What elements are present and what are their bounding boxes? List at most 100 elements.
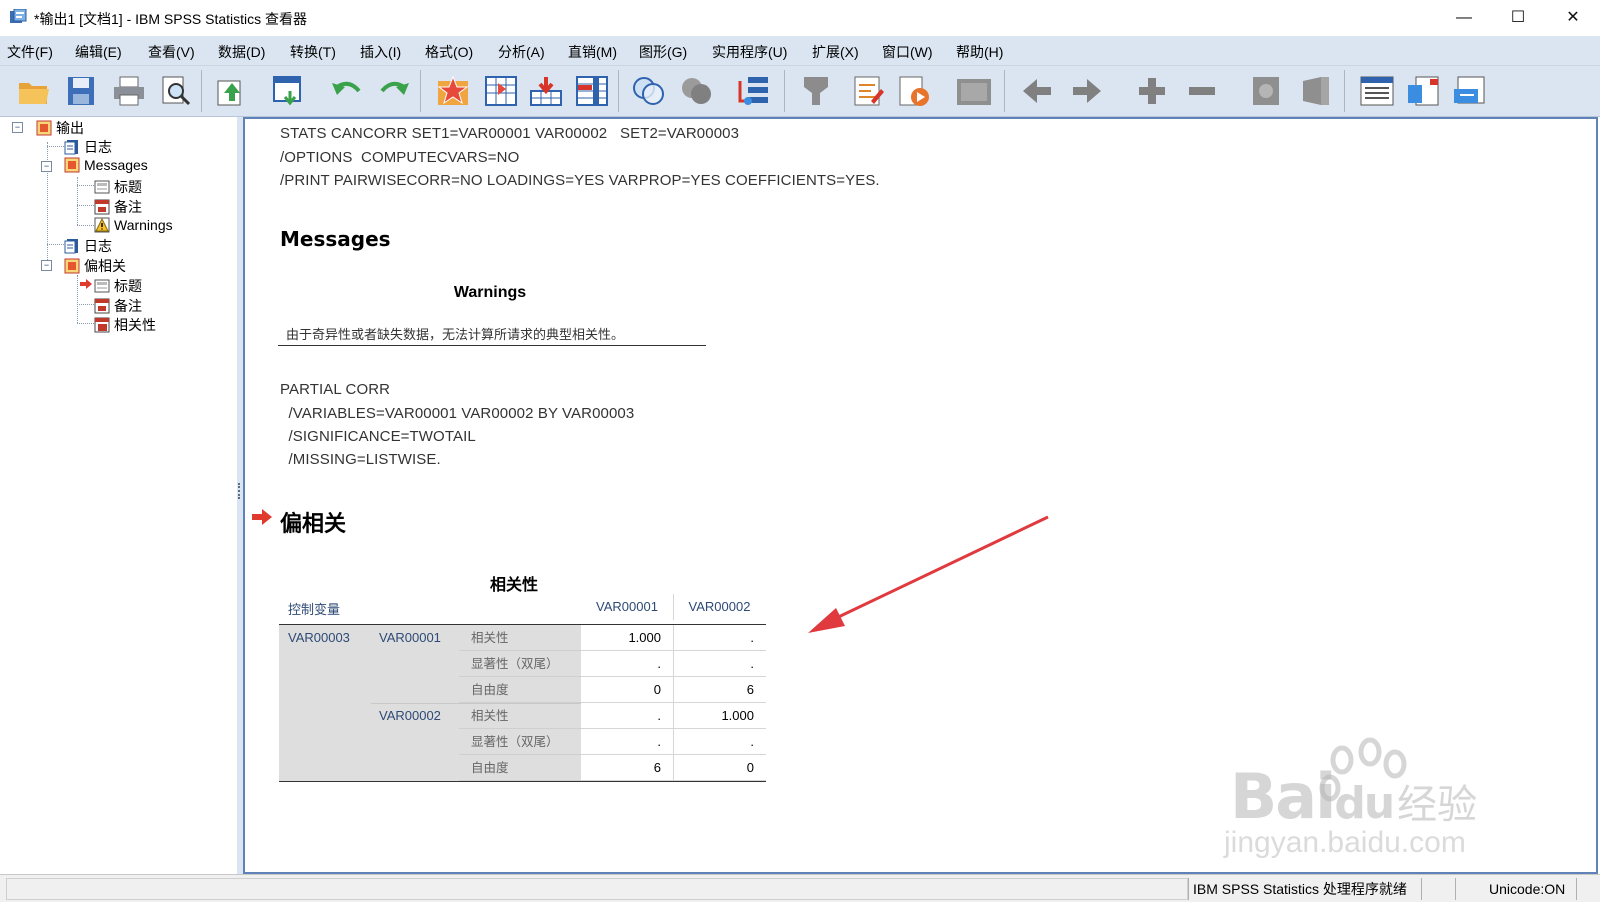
warnings-text[interactable]: 由于奇异性或者缺失数据，无法计算所请求的典型相关性。 (286, 324, 624, 343)
show-icon (1253, 77, 1279, 105)
use-sets-button[interactable] (630, 72, 668, 110)
show-button[interactable] (1247, 72, 1285, 110)
goto-variable-icon (485, 76, 517, 106)
outline-label: 标题 (114, 179, 142, 195)
control-variable-label: VAR00003 (288, 630, 350, 645)
menu-window[interactable]: 窗口(W) (882, 42, 933, 62)
table-cell: 1.000 (673, 703, 766, 729)
collapse-partial-corr-toggle[interactable]: − (41, 260, 52, 271)
promote-button[interactable] (1018, 72, 1056, 110)
demote-button[interactable] (1068, 72, 1106, 110)
syntax-line: /MISSING=LISTWISE. (280, 451, 441, 468)
export-button[interactable] (212, 72, 250, 110)
collapse-output-toggle[interactable]: − (12, 122, 23, 133)
new-heading-button[interactable] (849, 72, 887, 110)
menu-file[interactable]: 文件(F) (7, 42, 53, 62)
spelling-icon (738, 77, 768, 105)
export-doc-button[interactable] (1405, 72, 1443, 110)
menu-graphs[interactable]: 图形(G) (639, 42, 687, 62)
variables-button[interactable] (573, 72, 611, 110)
undo-button[interactable] (327, 72, 365, 110)
outline-item-notes[interactable]: 备注 (94, 296, 142, 316)
menu-analyze[interactable]: 分析(A) (498, 42, 545, 62)
save-button[interactable] (62, 72, 100, 110)
new-title-button[interactable] (895, 72, 933, 110)
export-doc-icon (1408, 76, 1439, 106)
close-button[interactable]: ✕ (1546, 0, 1600, 36)
open-button[interactable] (15, 72, 53, 110)
collapse-messages-toggle[interactable]: − (41, 161, 52, 172)
menu-insert[interactable]: 插入(I) (360, 42, 401, 62)
outline-item-log[interactable]: 日志 (64, 137, 112, 157)
new-text-button[interactable] (955, 72, 993, 110)
menu-utilities[interactable]: 实用程序(U) (712, 42, 787, 62)
syntax-line: /VARIABLES=VAR00001 VAR00002 BY VAR00003 (280, 405, 635, 422)
menu-data[interactable]: 数据(D) (218, 42, 265, 62)
designate-window-button[interactable] (797, 72, 835, 110)
open-icon (19, 83, 49, 104)
warnings-title: Warnings (453, 284, 527, 301)
menu-direct-marketing[interactable]: 直销(M) (568, 42, 617, 62)
show-all-icon (682, 78, 711, 104)
print-button[interactable] (110, 72, 148, 110)
outline-item-messages[interactable]: Messages (64, 157, 148, 173)
collapse-button[interactable] (1183, 72, 1221, 110)
menu-view[interactable]: 查看(V) (148, 42, 195, 62)
hide-button[interactable] (1297, 72, 1335, 110)
watermark-logo-text-2: du (1334, 778, 1395, 829)
outline-item-title[interactable]: 标题 (94, 276, 142, 296)
table-bottom-rule (279, 781, 766, 782)
outline-item-warnings[interactable]: Warnings (94, 217, 173, 233)
table-cell: . (673, 651, 766, 677)
menu-format[interactable]: 格式(O) (425, 42, 473, 62)
log-icon (64, 140, 78, 155)
demote-icon (1073, 79, 1101, 103)
row-variable-label: VAR00001 (379, 630, 441, 645)
menu-extensions[interactable]: 扩展(X) (812, 42, 859, 62)
control-variables-header: 控制变量 (288, 602, 341, 617)
show-all-button[interactable] (678, 72, 716, 110)
correlations-table-title: 相关性 (490, 575, 539, 594)
send-button[interactable] (1451, 72, 1489, 110)
new-title-icon (899, 76, 929, 106)
outline-item-notes[interactable]: 备注 (94, 197, 142, 217)
undo-icon (332, 81, 361, 95)
print-preview-button[interactable] (157, 72, 195, 110)
hide-icon (1303, 77, 1329, 105)
spelling-button[interactable] (735, 72, 773, 110)
heading-icon (64, 157, 80, 173)
status-message-area (6, 878, 1188, 900)
menu-transform[interactable]: 转换(T) (290, 42, 336, 62)
outline-item-title[interactable]: 标题 (94, 177, 142, 197)
goto-data-button[interactable] (270, 72, 308, 110)
current-output-arrow-icon (252, 509, 272, 525)
syntax-line: PARTIAL CORR (280, 381, 391, 398)
outline-item-output[interactable]: 输出 (36, 118, 84, 138)
window-title: *输出1 [文档1] - IBM SPSS Statistics 查看器 (34, 11, 308, 27)
menu-help[interactable]: 帮助(H) (956, 42, 1003, 62)
insert-cases-button[interactable] (527, 72, 565, 110)
insert-output-icon (1360, 76, 1394, 106)
minimize-button[interactable]: — (1437, 0, 1491, 36)
goto-case-button[interactable] (434, 72, 472, 110)
maximize-button[interactable]: ☐ (1491, 0, 1545, 36)
messages-heading[interactable]: Messages (280, 227, 391, 251)
goto-variable-button[interactable] (482, 72, 520, 110)
outline-label-output: 输出 (56, 120, 84, 136)
redo-button[interactable] (376, 72, 414, 110)
insert-output-button[interactable] (1358, 72, 1396, 110)
outline-label: 备注 (114, 298, 142, 314)
table-cell: 0 (581, 677, 673, 703)
menu-bar: 文件(F) 编辑(E) 查看(V) 数据(D) 转换(T) 插入(I) 格式(O… (0, 36, 1600, 66)
outline-item-partial-corr[interactable]: 偏相关 (64, 256, 126, 276)
new-text-icon (957, 79, 991, 105)
menu-edit[interactable]: 编辑(E) (75, 42, 122, 62)
syntax-line: /PRINT PAIRWISECORR=NO LOADINGS=YES VARP… (280, 172, 880, 189)
status-bar: IBM SPSS Statistics 处理程序就绪 Unicode:ON (0, 874, 1600, 902)
outline-item-log[interactable]: 日志 (64, 236, 112, 256)
partial-corr-heading[interactable]: 偏相关 (280, 506, 346, 538)
current-item-arrow-icon (80, 279, 92, 289)
unicode-status: Unicode:ON (1489, 881, 1566, 897)
expand-button[interactable] (1133, 72, 1171, 110)
outline-item-correlations[interactable]: 相关性 (94, 315, 156, 335)
